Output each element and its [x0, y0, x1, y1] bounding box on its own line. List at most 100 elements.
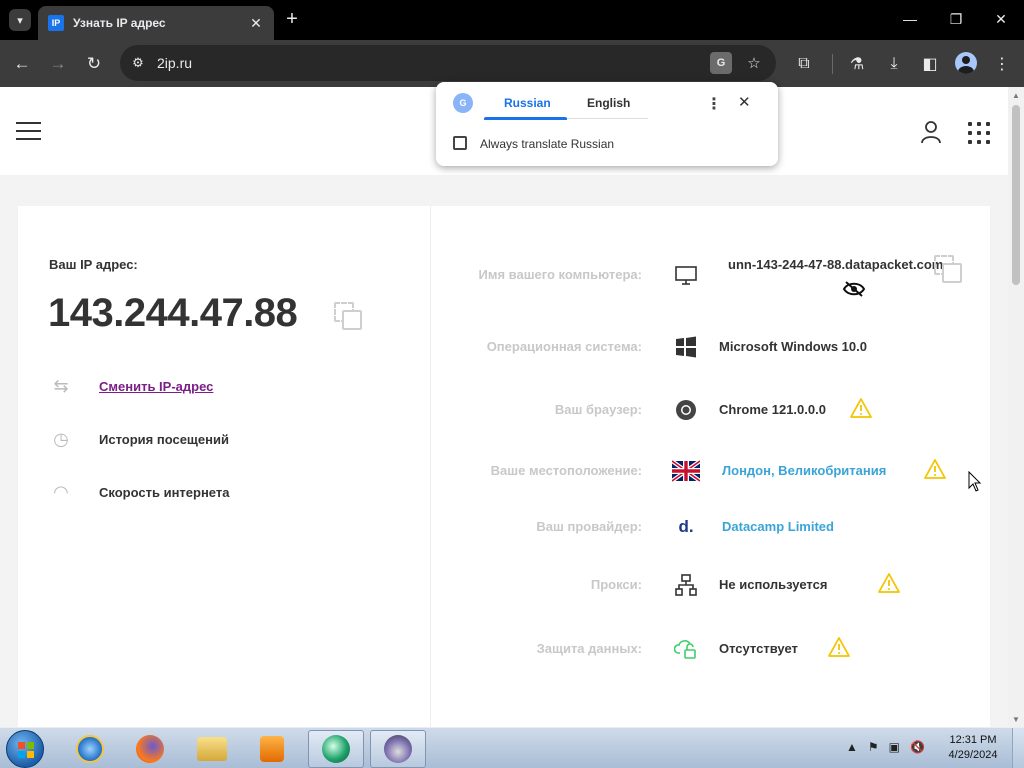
always-translate-label[interactable]: Always translate Russian [480, 137, 614, 151]
warning-icon[interactable] [850, 397, 872, 419]
more-options-icon[interactable]: ⋮ [706, 94, 722, 114]
google-translate-icon: G [453, 93, 473, 113]
clock-date: 4/29/2024 [948, 749, 998, 761]
chrome-menu-icon[interactable]: ⋮ [990, 52, 1014, 76]
active-tab-indicator [484, 117, 567, 120]
switch-ip-icon: ⇆ [53, 375, 69, 396]
data-protection-value[interactable]: Отсутствует [719, 641, 798, 656]
show-desktop-button[interactable] [1012, 728, 1024, 768]
history-link[interactable]: ◷ История посещений [49, 427, 229, 451]
provider-value[interactable]: Datacamp Limited [722, 519, 834, 534]
info-row-hostname: Имя вашего компьютера: unn-143-244-47-88… [438, 255, 990, 297]
reload-button[interactable]: ↻ [82, 52, 106, 76]
start-button[interactable] [6, 730, 44, 768]
explorer-icon[interactable] [184, 730, 240, 768]
side-panel-icon[interactable]: ◧ [918, 52, 942, 76]
tab-target-language[interactable]: English [587, 96, 630, 110]
scroll-down-icon[interactable]: ▼ [1008, 711, 1024, 727]
monitor-icon [675, 266, 697, 285]
close-window-button[interactable]: ✕ [986, 6, 1016, 32]
ip-address-value[interactable]: 143.244.47.88 [48, 291, 298, 336]
hamburger-menu-icon[interactable] [16, 122, 41, 140]
browser-value[interactable]: Chrome 121.0.0.0 [719, 402, 826, 417]
uk-flag-icon [672, 459, 700, 483]
new-tab-button[interactable]: + [282, 8, 302, 31]
scroll-thumb[interactable] [1012, 105, 1020, 285]
maximize-button[interactable]: ❐ [941, 6, 971, 32]
info-row-browser: Ваш браузер: Chrome 121.0.0.0 [438, 395, 990, 425]
ie-icon[interactable] [62, 730, 118, 768]
translate-popup: G Russian English ⋮ ✕ Always translate R… [436, 82, 778, 166]
browser-toolbar: ← → ↻ ⚙ 2ip.ru G ☆ ⧉ ⚗ ⤓ ◧ ⋮ [0, 40, 1024, 87]
windows-icon [676, 336, 696, 358]
taskbar-clock[interactable]: 12:31 PM 4/29/2024 [938, 733, 1008, 763]
address-bar[interactable]: ⚙ 2ip.ru G ☆ [120, 45, 776, 81]
network-icon[interactable]: ▣ [889, 740, 900, 754]
tab-close-icon[interactable]: ✕ [248, 15, 264, 32]
info-row-proxy: Прокси: Не используется [438, 570, 990, 600]
forward-button[interactable]: → [46, 52, 70, 76]
profile-avatar-icon[interactable] [955, 52, 977, 74]
minimize-button[interactable]: — [895, 6, 925, 32]
mouse-cursor-icon [968, 471, 982, 492]
downloads-icon[interactable]: ⤓ [882, 52, 906, 76]
info-row-provider: Ваш провайдер: d. Datacamp Limited [438, 512, 990, 542]
app-icon-2[interactable] [370, 730, 426, 768]
volume-muted-icon[interactable]: 🔇 [910, 740, 925, 754]
translate-icon[interactable]: G [710, 52, 732, 74]
close-popup-icon[interactable]: ✕ [738, 93, 751, 111]
action-center-flag-icon[interactable]: ⚑ [868, 740, 879, 754]
hide-eye-icon[interactable] [842, 280, 866, 298]
hostname-value[interactable]: unn-143-244-47-88.datapacket.com [728, 257, 943, 272]
show-hidden-icons-icon[interactable]: ▲ [846, 740, 858, 754]
chrome-icon [676, 400, 696, 420]
always-translate-checkbox[interactable] [453, 136, 467, 150]
url-text[interactable]: 2ip.ru [157, 55, 192, 71]
provider-logo-icon: d. [678, 517, 694, 536]
column-divider [430, 206, 431, 727]
page-scrollbar[interactable]: ▲ ▼ [1008, 87, 1024, 727]
location-value[interactable]: Лондон, Великобритания [722, 463, 886, 478]
info-label: Операционная система: [486, 339, 642, 354]
proxy-value[interactable]: Не используется [719, 577, 827, 592]
app-icon-1[interactable] [308, 730, 364, 768]
tab-title: Узнать IP адрес [73, 16, 166, 30]
history-icon: ◷ [53, 428, 69, 449]
windows-logo-icon [18, 742, 34, 758]
back-button[interactable]: ← [10, 52, 34, 76]
unlock-cloud-icon [674, 640, 696, 659]
firefox-icon[interactable] [122, 730, 178, 768]
info-row-os: Операционная система: Microsoft Windows … [438, 332, 990, 362]
warning-icon[interactable] [878, 572, 900, 594]
apps-grid-icon[interactable] [968, 122, 990, 144]
media-player-icon[interactable] [244, 730, 300, 768]
history-label[interactable]: История посещений [99, 432, 229, 447]
speed-test-label[interactable]: Скорость интернета [99, 485, 229, 500]
warning-icon[interactable] [828, 636, 850, 658]
labs-icon[interactable]: ⚗ [845, 52, 869, 76]
tab-source-language[interactable]: Russian [504, 96, 551, 110]
site-info-icon[interactable]: ⚙ [128, 53, 148, 73]
ip-info-card: Ваш IP адрес: 143.244.47.88 ⇆ Сменить IP… [18, 206, 990, 727]
browser-tab[interactable]: IP Узнать IP адрес ✕ [38, 6, 274, 40]
toolbar-divider [832, 54, 833, 74]
copy-ip-icon[interactable] [334, 302, 362, 330]
speedometer-icon: ◠ [53, 481, 69, 502]
extensions-icon[interactable]: ⧉ [792, 52, 816, 76]
tab-search-button[interactable]: ▾ [9, 9, 31, 31]
windows-taskbar: ▲ ⚑ ▣ 🔇 12:31 PM 4/29/2024 [0, 727, 1024, 768]
change-ip-label[interactable]: Сменить IP-адрес [99, 379, 213, 394]
info-label: Защита данных: [536, 641, 642, 656]
copy-hostname-icon[interactable] [934, 255, 962, 283]
info-label: Ваш провайдер: [536, 519, 642, 534]
warning-icon[interactable] [924, 458, 946, 480]
system-tray: ▲ ⚑ ▣ 🔇 [846, 740, 935, 754]
os-value[interactable]: Microsoft Windows 10.0 [719, 339, 867, 354]
tab-strip: ▾ IP Узнать IP адрес ✕ + — ❐ ✕ [0, 0, 1024, 40]
user-account-icon[interactable] [920, 120, 942, 144]
scroll-up-icon[interactable]: ▲ [1008, 87, 1024, 103]
change-ip-link[interactable]: ⇆ Сменить IP-адрес [49, 374, 213, 398]
speed-test-link[interactable]: ◠ Скорость интернета [49, 480, 229, 504]
proxy-network-icon [675, 574, 697, 596]
bookmark-star-icon[interactable]: ☆ [743, 52, 765, 74]
